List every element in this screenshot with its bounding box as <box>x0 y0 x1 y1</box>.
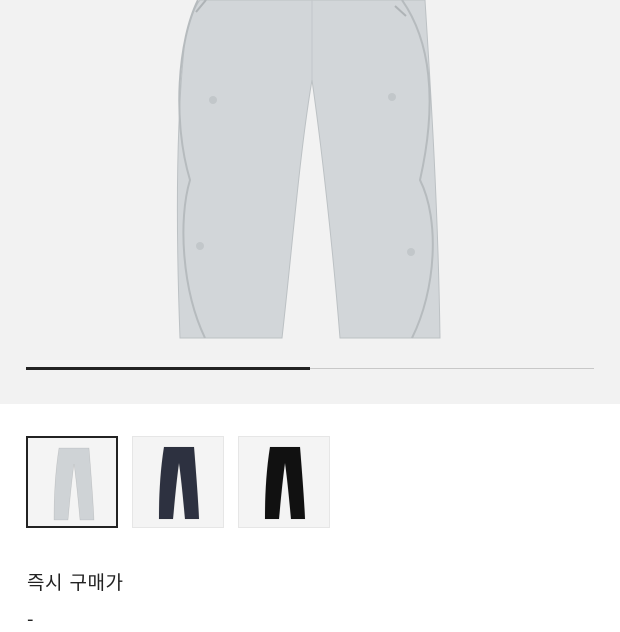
gallery-progress-fill <box>26 367 310 370</box>
thumbnail-3[interactable] <box>238 436 330 528</box>
thumbnail-1[interactable] <box>26 436 118 528</box>
pants-image <box>176 0 441 339</box>
pants-thumbnail-icon <box>264 446 306 520</box>
instant-buy-price-label: 즉시 구매가 <box>27 572 124 594</box>
instant-buy-price-value: - <box>27 609 34 630</box>
thumbnail-list <box>26 436 330 528</box>
gallery-progress-track <box>26 367 594 370</box>
pants-thumbnail-icon <box>53 447 95 521</box>
pants-thumbnail-icon <box>158 446 200 520</box>
product-image-area[interactable] <box>0 0 620 404</box>
thumbnail-2[interactable] <box>132 436 224 528</box>
